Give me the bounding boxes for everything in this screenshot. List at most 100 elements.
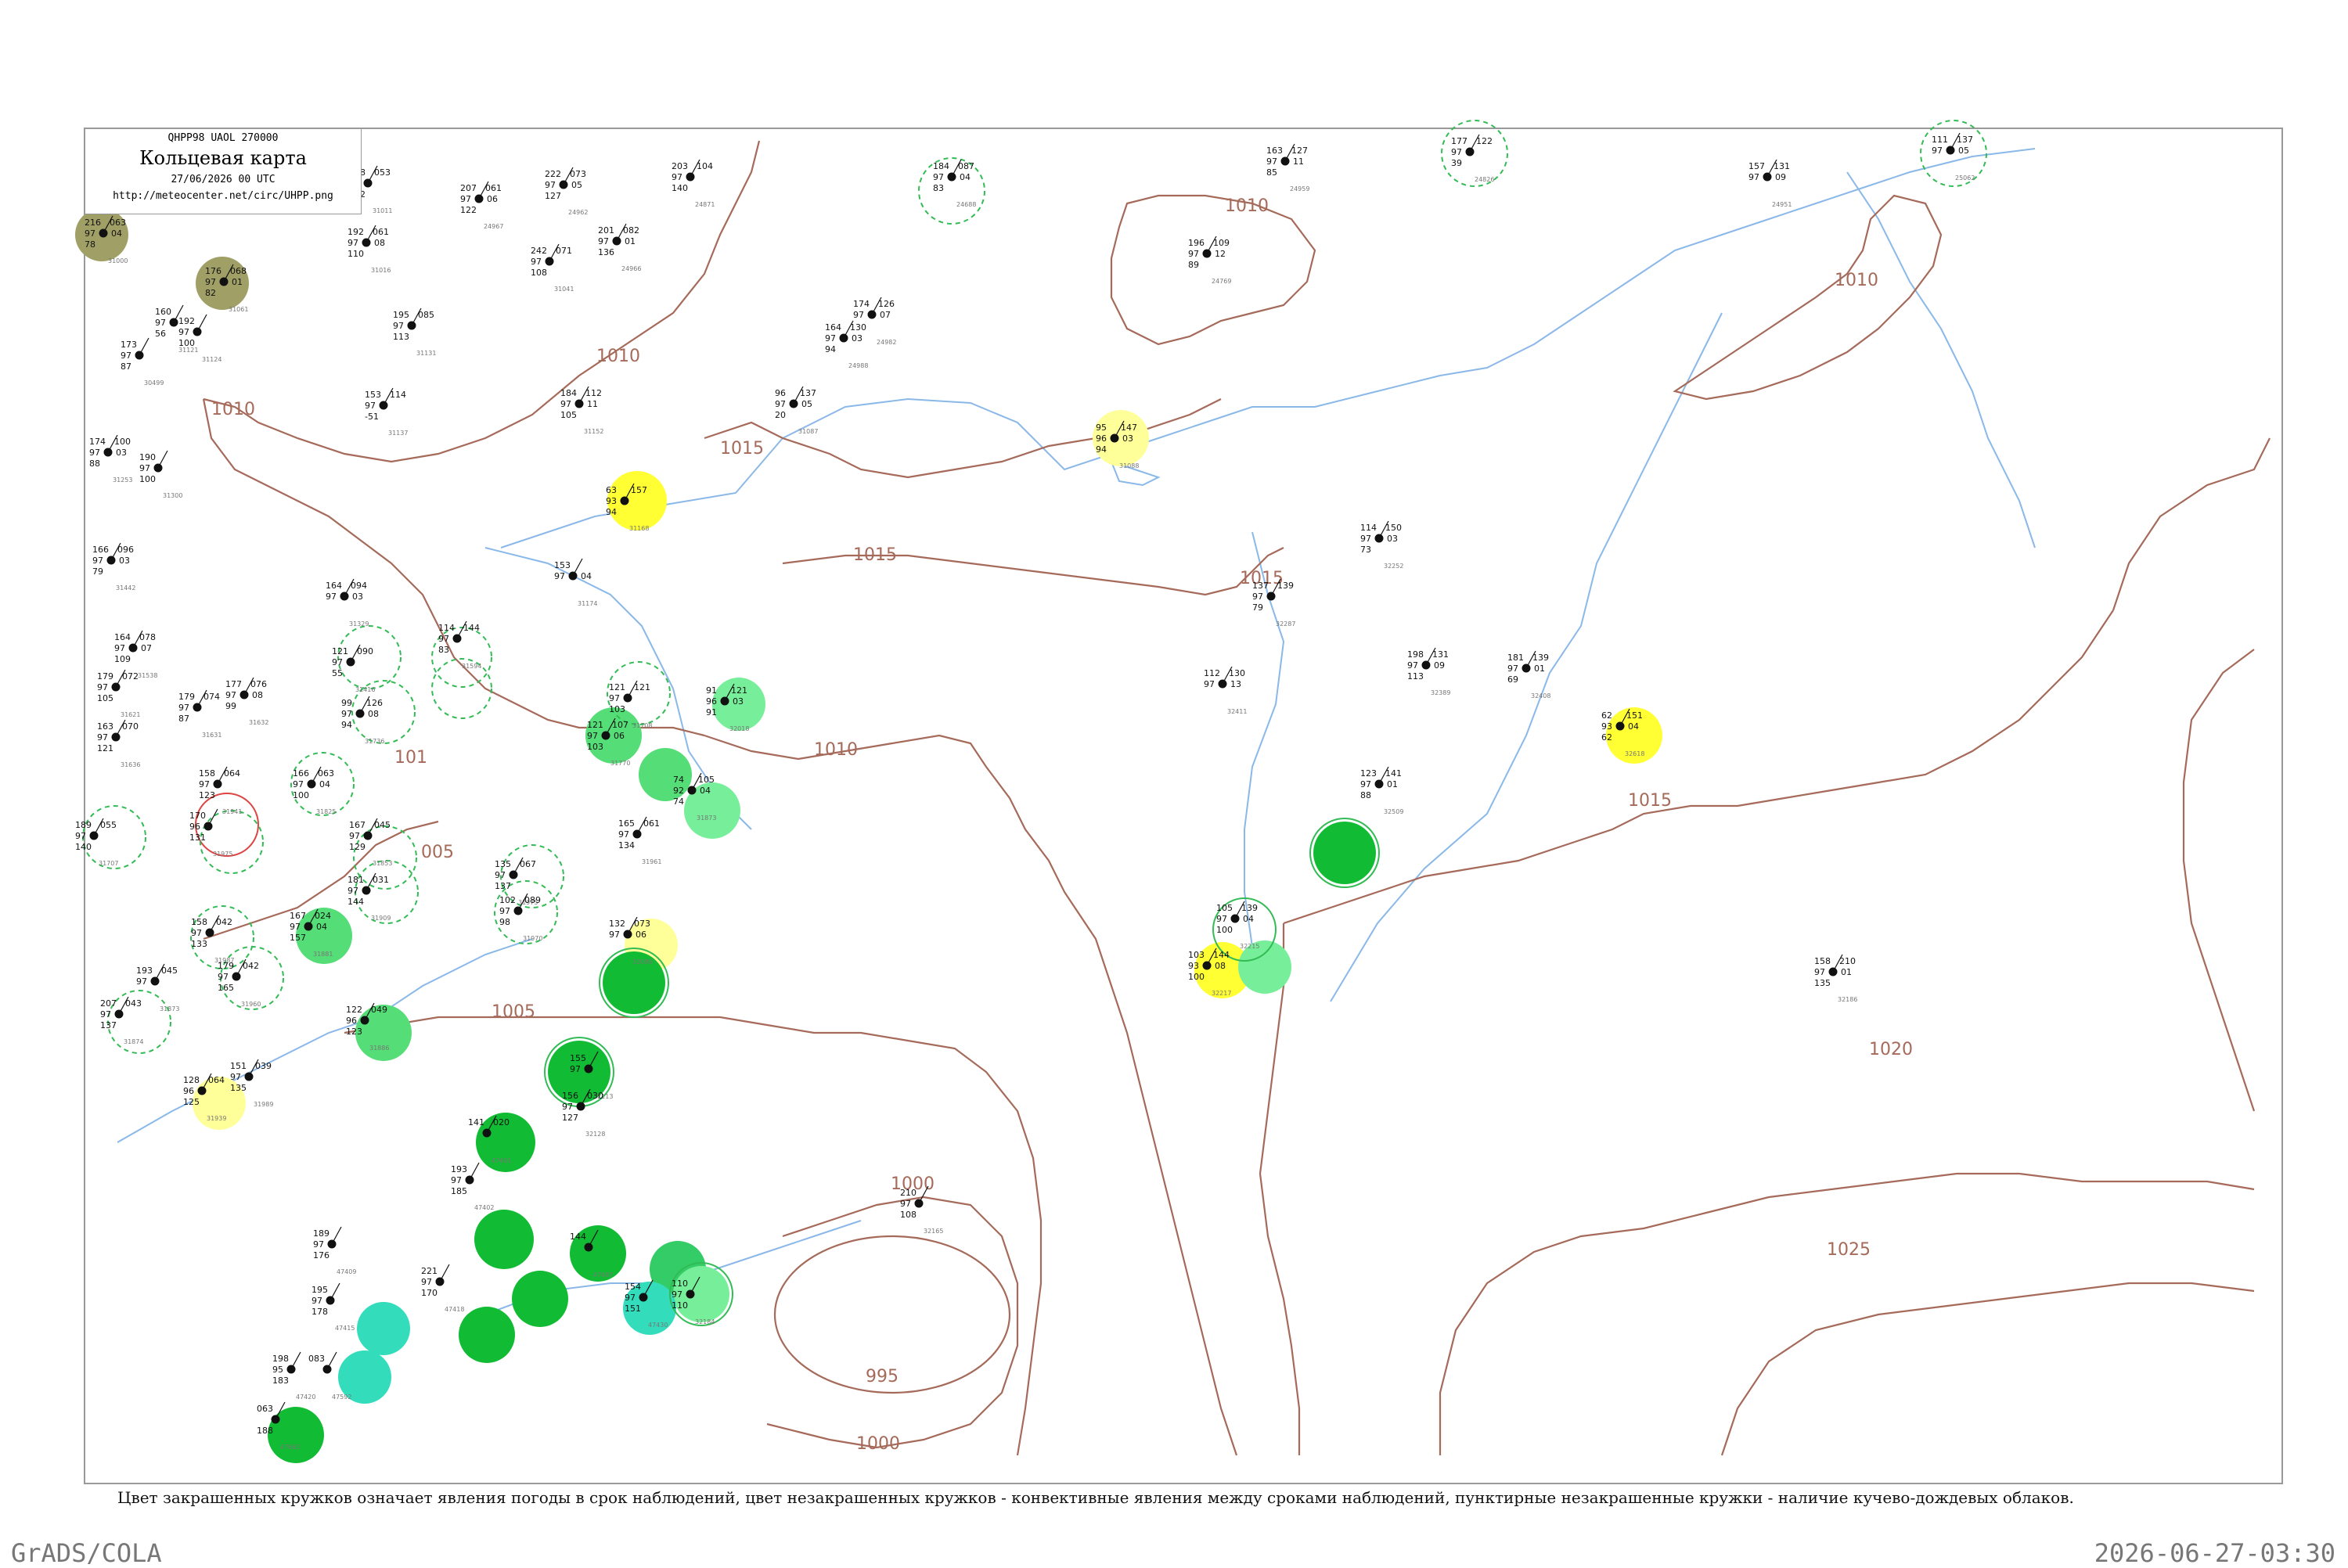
isobar-1010-center: [704, 734, 1238, 1456]
station-pressure: 137: [800, 388, 816, 398]
station-dewpoint: 88: [89, 459, 100, 469]
station-temp: 216: [85, 218, 101, 228]
station-pressure: 071: [556, 246, 572, 256]
isobar-label: 1005: [492, 1002, 535, 1022]
station-temp: 184: [560, 388, 577, 398]
station-cover: 97: [230, 1072, 241, 1082]
station-id: 47430: [648, 1322, 668, 1329]
station-dewpoint: 144: [348, 897, 364, 907]
station-id: 32128: [585, 1131, 605, 1138]
station-temp: 177: [225, 679, 242, 689]
station-dewpoint: 110: [348, 249, 364, 259]
station-pressure: 042: [216, 917, 232, 927]
station-plot: 121 090 9755 31416: [332, 644, 375, 693]
station-cover: 97: [348, 886, 358, 896]
station-temp: 203: [672, 161, 688, 171]
station-pressure: 107: [612, 720, 628, 730]
station-temp: 163: [97, 721, 113, 732]
station-pressure: 045: [161, 966, 178, 976]
station-cover: 97: [618, 829, 629, 840]
station-dewpoint: 137: [100, 1020, 117, 1030]
isobar-label: 1010: [596, 347, 640, 366]
station-cover: 97: [155, 318, 166, 328]
station-id: 30499: [144, 379, 164, 387]
station-cover: 97: [365, 401, 376, 411]
station-id: 31961: [642, 858, 661, 865]
station-tendency: 08: [368, 709, 379, 719]
isobar-label: 1000: [856, 1434, 900, 1454]
isobar-1020: [1439, 1172, 2255, 1455]
wind-barb: [196, 314, 207, 333]
station-pressure: 064: [208, 1075, 225, 1085]
station-plot: 177 076 97 08 99 31632: [225, 677, 268, 726]
wind-barb: [331, 1226, 342, 1245]
station-dewpoint: 94: [606, 507, 617, 517]
station-cover: 97: [1748, 172, 1759, 182]
station-plot: 99 126 97 08 94 31736: [341, 696, 384, 745]
station-dewpoint: 127: [545, 191, 561, 201]
station-dewpoint: 113: [393, 332, 409, 342]
station-plot: 195 085 97113 31131: [393, 307, 436, 357]
station-plot: 181 031 97144 31909: [348, 872, 391, 922]
station-cover: 97: [178, 327, 189, 337]
station-id: 31329: [349, 620, 369, 628]
dashed-circle: [918, 157, 985, 225]
station-cover: 97: [598, 236, 609, 246]
station-dewpoint: 151: [625, 1304, 641, 1314]
station-id: 31881: [313, 951, 333, 958]
station-temp: 91: [706, 685, 717, 696]
station-id: 31770: [610, 760, 630, 767]
station-dewpoint: 103: [609, 704, 625, 714]
station-temp: 173: [121, 340, 137, 350]
station-tendency: 04: [581, 571, 592, 581]
station-temp: 137: [1252, 581, 1269, 591]
station-cover: 97: [900, 1199, 911, 1209]
station-cover: 97: [460, 194, 471, 204]
station-id: 47662: [280, 1444, 300, 1451]
station-tendency: 08: [374, 238, 385, 248]
station-plot: 164 094 97 03 31329: [326, 578, 369, 628]
station-pressure: 109: [1213, 238, 1230, 248]
station-plot: 158 064 97123 31941: [199, 766, 242, 815]
station-id: 31124: [202, 356, 221, 363]
station-cover: 97: [75, 831, 86, 841]
station-cover: 97: [775, 399, 786, 409]
station-tendency: 01: [625, 236, 636, 246]
station-temp: 158: [1814, 956, 1831, 966]
station-id: 32184: [695, 1318, 715, 1325]
station-id: 24871: [695, 201, 715, 208]
station-dewpoint: 98: [499, 917, 510, 927]
station-temp: 222: [545, 169, 561, 179]
station-id: 31989: [254, 1101, 273, 1108]
station-pressure: 090: [357, 646, 373, 656]
station-temp: 141: [468, 1117, 484, 1127]
station-temp: 184: [933, 161, 949, 171]
isobar-label: 1015: [720, 439, 764, 459]
station-temp: 144: [570, 1232, 586, 1242]
station-cover: 97: [1814, 967, 1825, 977]
green-dark-circle: [474, 1210, 534, 1269]
river-lena: [1244, 531, 1285, 948]
station-temp: 62: [1601, 710, 1612, 721]
station-pressure: 131: [1774, 161, 1790, 171]
station-id: 47407: [593, 1271, 613, 1278]
isobar-label: 1010: [211, 400, 255, 419]
wind-barb: [139, 337, 149, 356]
station-id: 24962: [568, 209, 588, 216]
page-title: Кольцевая карта: [139, 147, 307, 169]
station-tendency: 08: [1215, 961, 1226, 971]
station-pressure: 061: [373, 227, 389, 237]
isobar-1010-island: [1110, 194, 1316, 346]
station-temp: 167: [349, 820, 366, 830]
station-temp: 201: [598, 225, 614, 236]
station-id: 25062: [1955, 174, 1975, 182]
station-plot: 189 055 97140 31707: [75, 818, 118, 867]
station-cover: 97: [97, 732, 108, 743]
station-plot: 158 210 97 01 135 32186: [1814, 954, 1857, 1003]
station-plot: 96 137 97 05 20 31087: [775, 386, 818, 435]
station-id: 31873: [697, 815, 716, 822]
station-id: 24769: [1212, 278, 1231, 285]
station-plot: 22197170 47418: [421, 1264, 464, 1313]
station-id: 32509: [1384, 808, 1403, 815]
station-id: 31416: [355, 686, 375, 693]
